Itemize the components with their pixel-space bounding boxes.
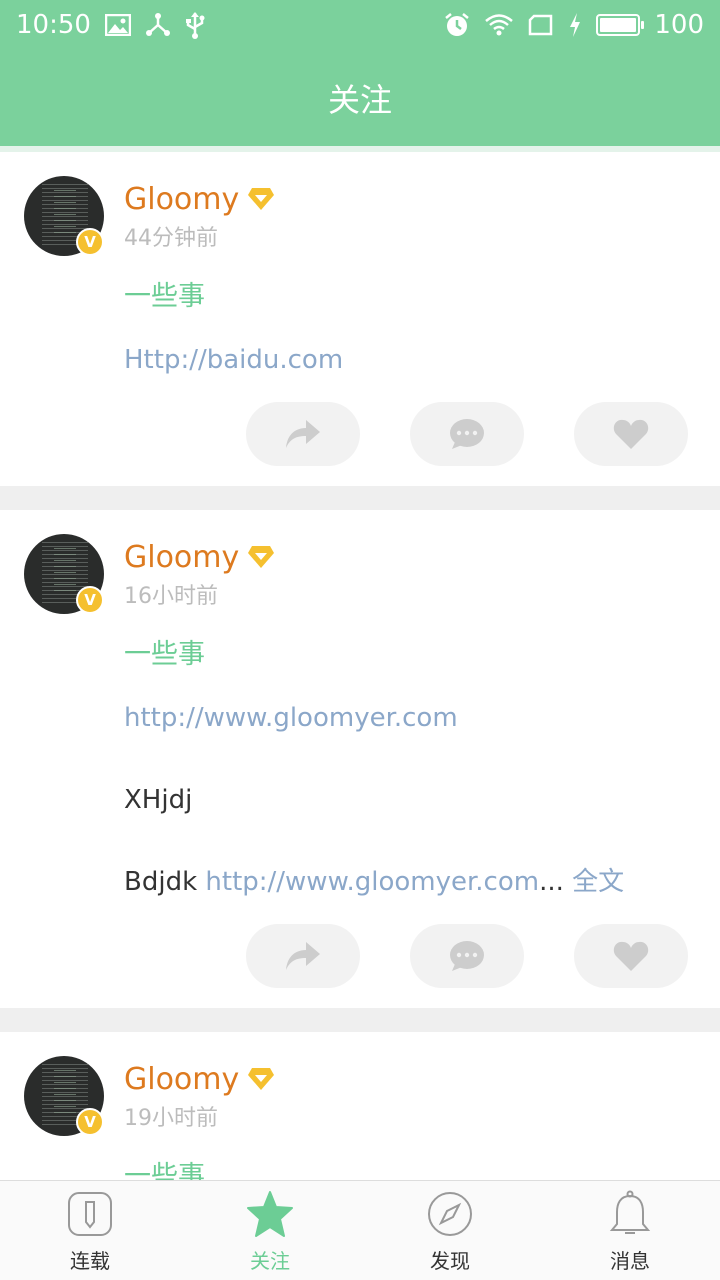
share-button[interactable]	[246, 402, 360, 466]
username[interactable]: Gloomy	[124, 1062, 239, 1097]
post-title[interactable]: 一些事	[124, 278, 688, 316]
feed-card[interactable]: V Gloomy 19小时前 一些事	[0, 1032, 720, 1180]
heart-icon	[613, 419, 649, 449]
verified-badge: V	[76, 228, 104, 256]
post-text-line: Bdjdk http://www.gloomyer.com... 全文	[124, 864, 688, 900]
alarm-icon	[444, 12, 470, 38]
nav-label: 连载	[70, 1249, 110, 1273]
diamond-icon	[248, 188, 275, 210]
post-text-ellipsis: ...	[539, 867, 573, 897]
like-button[interactable]	[574, 924, 688, 988]
diamond-icon	[248, 546, 275, 568]
charging-icon	[568, 12, 582, 38]
post-text-line: XHjdj	[124, 785, 193, 815]
comment-button[interactable]	[410, 924, 524, 988]
username[interactable]: Gloomy	[124, 540, 239, 575]
nav-label: 关注	[250, 1249, 290, 1273]
post-time: 19小时前	[124, 1106, 218, 1131]
nav-label: 发现	[430, 1249, 470, 1273]
comment-icon	[450, 419, 484, 449]
share-node-icon	[145, 13, 171, 37]
battery-percent: 100	[654, 10, 704, 40]
share-button[interactable]	[246, 924, 360, 988]
bottom-nav: 连载 关注 发现 消息	[0, 1180, 720, 1280]
diamond-icon	[248, 1068, 275, 1090]
post-link[interactable]: http://www.gloomyer.com	[124, 700, 688, 736]
header-bar: 关注	[0, 50, 720, 146]
feed-card[interactable]: V Gloomy 44分钟前 一些事 Http://baidu.com	[0, 152, 720, 486]
battery-icon	[596, 14, 645, 36]
heart-icon	[613, 941, 649, 971]
post-text-prefix: Bdjdk	[124, 867, 206, 897]
status-bar: 10:50 100	[0, 0, 720, 50]
nav-item-discover[interactable]: 发现	[360, 1181, 540, 1280]
post-inline-link[interactable]: http://www.gloomyer.com	[205, 867, 539, 897]
verified-badge: V	[76, 1108, 104, 1136]
share-icon	[286, 942, 320, 970]
post-link[interactable]: Http://baidu.com	[124, 342, 688, 378]
bell-icon	[605, 1189, 655, 1239]
star-icon	[245, 1189, 295, 1239]
nav-item-serial[interactable]: 连载	[0, 1181, 180, 1280]
compass-icon	[425, 1189, 475, 1239]
usb-icon	[185, 11, 205, 39]
username[interactable]: Gloomy	[124, 182, 239, 217]
feed-card[interactable]: V Gloomy 16小时前 一些事 http://www.gloomyer.c…	[0, 510, 720, 1008]
post-title[interactable]: 一些事	[124, 1158, 688, 1180]
serial-icon	[65, 1189, 115, 1239]
status-time: 10:50	[16, 10, 91, 40]
comment-icon	[450, 941, 484, 971]
post-time: 16小时前	[124, 584, 218, 609]
nav-item-messages[interactable]: 消息	[540, 1181, 720, 1280]
comment-button[interactable]	[410, 402, 524, 466]
post-time: 44分钟前	[124, 226, 218, 251]
like-button[interactable]	[574, 402, 688, 466]
feed-list[interactable]: V Gloomy 44分钟前 一些事 Http://baidu.com V Gl…	[0, 152, 720, 1180]
nav-item-follow[interactable]: 关注	[180, 1181, 360, 1280]
nav-label: 消息	[610, 1249, 650, 1273]
page-title: 关注	[327, 81, 392, 119]
post-title[interactable]: 一些事	[124, 636, 688, 674]
image-icon	[104, 14, 131, 36]
read-full-link[interactable]: 全文	[572, 867, 624, 897]
sim-icon	[528, 14, 554, 36]
verified-badge: V	[76, 586, 104, 614]
share-icon	[286, 420, 320, 448]
wifi-icon	[484, 12, 514, 38]
